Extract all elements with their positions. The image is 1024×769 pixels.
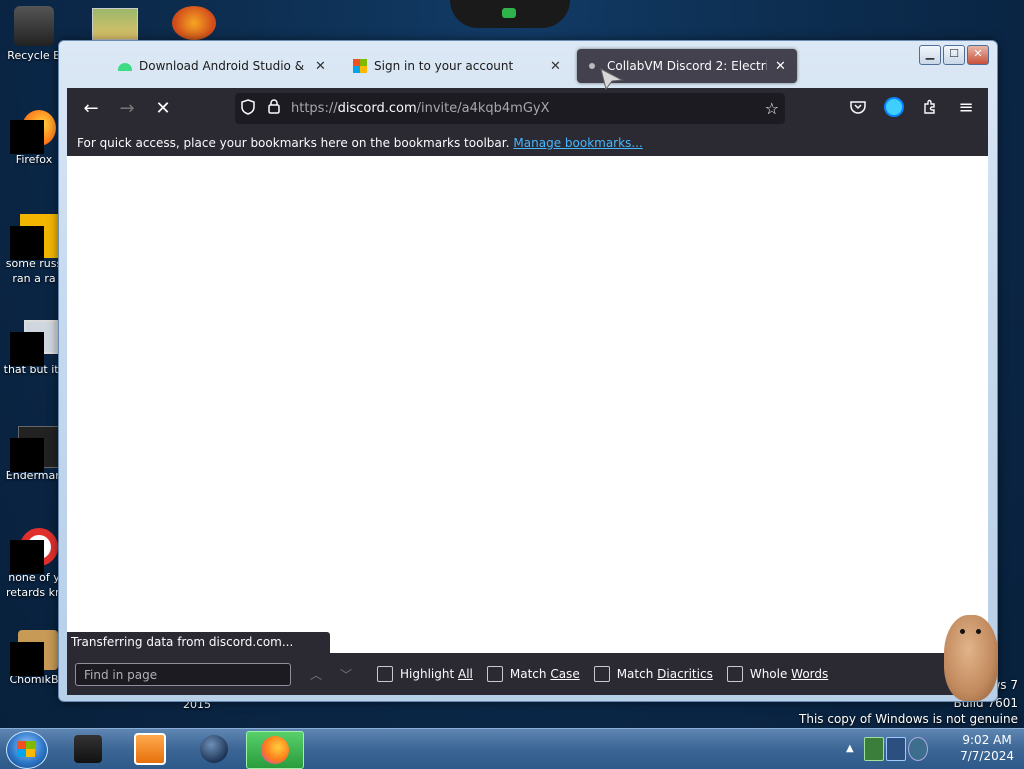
- taskbar-app-1[interactable]: [60, 731, 116, 767]
- checkbox-label: Match Case: [509, 667, 580, 681]
- clock[interactable]: 9:02 AM 7/7/2024: [960, 732, 1014, 764]
- checkbox-label: Highlight All: [400, 667, 473, 681]
- android-icon: [117, 60, 133, 72]
- url-path: /invite/a4kqb4mGyX: [416, 101, 550, 116]
- mouse-cursor-icon: [600, 68, 624, 90]
- page-content[interactable]: [67, 156, 988, 653]
- tab-android-studio[interactable]: Download Android Studio & Ap ✕: [107, 49, 337, 83]
- checkbox-box[interactable]: [726, 666, 743, 682]
- url-text[interactable]: https://discord.com/invite/a4kqb4mGyX: [291, 101, 550, 116]
- desktop-icon-partial-1[interactable]: [92, 8, 138, 40]
- checkbox-box[interactable]: [377, 666, 393, 682]
- lock-icon[interactable]: [261, 99, 287, 118]
- checkbox-label: Whole Words: [749, 667, 829, 681]
- bookmarks-toolbar: For quick access, place your bookmarks h…: [67, 129, 988, 156]
- match-case-checkbox[interactable]: Match Case: [486, 666, 580, 682]
- extensions-icon[interactable]: [916, 93, 944, 121]
- video-icon: [10, 426, 60, 472]
- bookmarks-hint: For quick access, place your bookmarks h…: [77, 135, 510, 150]
- firefox-icon: [261, 736, 289, 764]
- copy-icon: [10, 320, 58, 366]
- taskbar-app-3[interactable]: [186, 731, 242, 767]
- start-button[interactable]: [6, 731, 48, 769]
- find-next-button[interactable]: ﹀: [331, 666, 361, 683]
- match-diacritics-checkbox[interactable]: Match Diacritics: [593, 666, 713, 682]
- system-tray: ▲ 9:02 AM 7/7/2024: [840, 729, 1024, 769]
- microsoft-icon: [353, 59, 367, 73]
- desktop-icon-partial-2[interactable]: [172, 6, 216, 40]
- close-window-button[interactable]: ✕: [967, 45, 989, 65]
- toolbar-right: ≡: [844, 93, 980, 121]
- volume-icon[interactable]: [908, 737, 928, 761]
- taskbar-firefox[interactable]: [246, 731, 304, 769]
- clock-time: 9:02 AM: [962, 733, 1012, 747]
- desktop-gadget: [450, 0, 570, 28]
- firefox-window[interactable]: ▁ ☐ ✕ Download Android Studio & Ap ✕ Sig…: [58, 40, 998, 702]
- manage-bookmarks-link[interactable]: Manage bookmarks...: [513, 136, 642, 150]
- whole-words-checkbox[interactable]: Whole Words: [726, 666, 829, 682]
- url-host: discord.com: [337, 101, 417, 116]
- window-caption-buttons: ▁ ☐ ✕: [919, 45, 989, 65]
- network-icon[interactable]: [864, 737, 884, 761]
- maximize-button[interactable]: ☐: [943, 45, 965, 65]
- black-box-app-icon: [74, 735, 102, 763]
- tab-close-icon[interactable]: ✕: [550, 59, 561, 74]
- url-scheme: https://: [291, 101, 338, 116]
- status-panel: Transferring data from discord.com...: [67, 632, 330, 653]
- display-icon[interactable]: [886, 737, 906, 761]
- watermark-not-genuine: This copy of Windows is not genuine: [799, 712, 1018, 726]
- checkbox-box[interactable]: [593, 666, 610, 682]
- tab-strip: Download Android Studio & Ap ✕ Sign in t…: [107, 49, 797, 85]
- highlight-all-checkbox[interactable]: Highlight All: [377, 666, 473, 682]
- menu-icon[interactable]: ≡: [952, 93, 980, 121]
- globe-icon: [200, 735, 228, 763]
- checkbox-label: Match Diacritics: [616, 667, 713, 681]
- taskbar-media-player[interactable]: [122, 731, 178, 767]
- checkbox-box[interactable]: [486, 666, 503, 682]
- taskbar: ▲ 9:02 AM 7/7/2024: [0, 728, 1024, 769]
- nav-toolbar: ← → ✕ https://discord.com/invite/a4kqb4m…: [67, 88, 988, 129]
- show-hidden-icons-button[interactable]: ▲: [846, 743, 854, 754]
- find-input[interactable]: Find in page: [75, 662, 291, 686]
- pocket-icon[interactable]: [844, 93, 872, 121]
- find-bar: Find in page ︿ ﹀ Highlight All Match Cas…: [67, 653, 988, 695]
- url-bar[interactable]: https://discord.com/invite/a4kqb4mGyX ☆: [235, 93, 785, 124]
- stop-button[interactable]: ✕: [145, 93, 181, 125]
- shield-icon[interactable]: [235, 98, 261, 119]
- windows-logo-icon: [17, 741, 35, 757]
- hamster-sticker: [938, 605, 1002, 703]
- back-button[interactable]: ←: [73, 93, 109, 125]
- chomik-icon: [10, 630, 58, 676]
- tab-close-icon[interactable]: ✕: [315, 59, 326, 74]
- tab-sign-in[interactable]: Sign in to your account ✕: [343, 49, 571, 83]
- file-icon: [10, 214, 58, 260]
- tab-title: Download Android Studio & Ap: [139, 59, 307, 73]
- gadget-indicator: [502, 8, 516, 18]
- account-avatar-icon[interactable]: [880, 93, 908, 121]
- opera-icon: [10, 528, 58, 574]
- find-previous-button[interactable]: ︿: [301, 666, 331, 683]
- minimize-button[interactable]: ▁: [919, 45, 941, 65]
- recycle-bin-icon: [14, 6, 54, 46]
- bookmark-star-icon[interactable]: ☆: [765, 99, 779, 118]
- forward-button[interactable]: →: [109, 93, 145, 125]
- tab-close-icon[interactable]: ✕: [775, 59, 786, 74]
- media-player-icon: [134, 733, 166, 765]
- firefox-icon: [10, 110, 56, 154]
- clock-date: 7/7/2024: [960, 749, 1014, 763]
- tab-title: CollabVM Discord 2: Electric B: [607, 59, 767, 73]
- tab-title: Sign in to your account: [374, 59, 514, 73]
- loading-dot-icon: [589, 63, 595, 69]
